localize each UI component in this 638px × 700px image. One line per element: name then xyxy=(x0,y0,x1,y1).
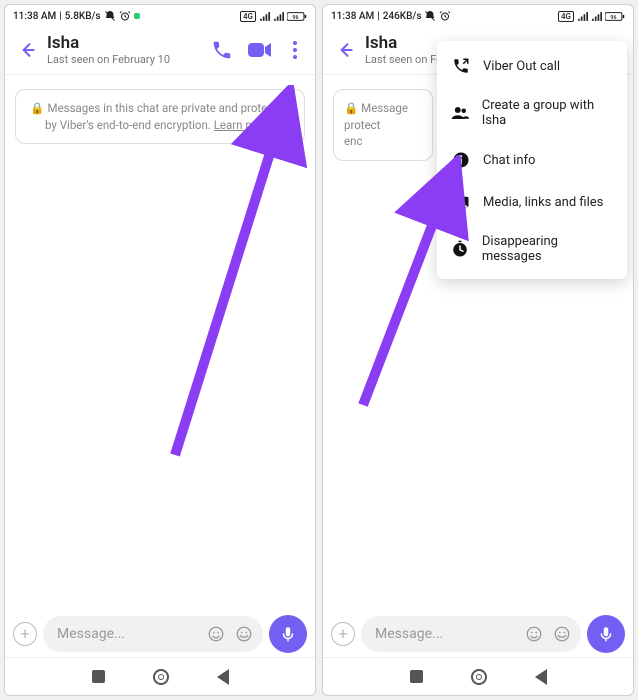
menu-media-links-files[interactable]: Media, links and files xyxy=(437,181,627,223)
nav-back[interactable] xyxy=(535,669,547,685)
menu-label: Media, links and files xyxy=(483,195,603,210)
add-attachment-button[interactable]: + xyxy=(331,622,355,646)
contact-last-seen: Last seen on February 10 xyxy=(47,53,201,66)
signal-icon xyxy=(577,11,588,22)
back-button[interactable] xyxy=(17,40,37,60)
nav-home[interactable] xyxy=(153,669,169,685)
status-speed: 246KB/s xyxy=(383,11,422,22)
nav-recents[interactable] xyxy=(410,670,423,683)
battery-icon: 96 xyxy=(605,11,625,22)
menu-label: Disappearing messages xyxy=(482,234,613,264)
status-time: 11:38 AM xyxy=(13,11,56,22)
composer: + Message... xyxy=(323,609,633,657)
green-dot-icon xyxy=(134,13,140,19)
chat-header: Isha Last seen on February 10 xyxy=(5,27,315,75)
privacy-l3: enc xyxy=(344,134,362,148)
right-phone: 11:38 AM | 246KB/s 4G 96 xyxy=(322,4,634,696)
menu-label: Viber Out call xyxy=(483,59,560,74)
menu-chat-info[interactable]: Chat info xyxy=(437,139,627,181)
message-input[interactable]: Message... xyxy=(361,616,581,652)
privacy-notice: 🔒 Messages in this chat are private and … xyxy=(15,89,305,144)
message-placeholder: Message... xyxy=(375,626,515,642)
contact-block[interactable]: Isha Last seen on February 10 xyxy=(47,33,201,66)
sim-icon: 4G xyxy=(240,11,256,22)
signal-icon-2 xyxy=(273,11,284,22)
left-phone: 11:38 AM | 5.8KB/s 4G 96 xyxy=(4,4,316,696)
status-speed: 5.8KB/s xyxy=(65,11,101,22)
android-nav xyxy=(323,657,633,695)
menu-label: Create a group with Isha xyxy=(482,98,613,128)
emoji-icon[interactable] xyxy=(525,625,543,643)
back-button[interactable] xyxy=(335,40,355,60)
menu-viber-out-call[interactable]: Viber Out call xyxy=(437,45,627,87)
svg-text:96: 96 xyxy=(292,14,298,20)
learn-more-link[interactable]: Learn more xyxy=(214,118,272,132)
emoji-icon[interactable] xyxy=(207,625,225,643)
group-icon xyxy=(451,103,470,123)
privacy-l2: protect xyxy=(344,118,380,132)
voice-call-button[interactable] xyxy=(211,39,233,61)
privacy-notice: 🔒 Message protect enc xyxy=(333,89,433,161)
signal-icon-2 xyxy=(591,11,602,22)
lock-icon: 🔒 xyxy=(30,101,44,115)
dnd-icon xyxy=(424,10,436,22)
menu-create-group[interactable]: Create a group with Isha xyxy=(437,87,627,139)
sticker-icon[interactable] xyxy=(553,625,571,643)
nav-back[interactable] xyxy=(217,669,229,685)
alarm-icon xyxy=(119,10,131,22)
signal-icon xyxy=(259,11,270,22)
status-bar: 11:38 AM | 5.8KB/s 4G 96 xyxy=(5,5,315,27)
more-options-button[interactable] xyxy=(287,39,303,61)
dnd-icon xyxy=(104,10,116,22)
message-input[interactable]: Message... xyxy=(43,616,263,652)
contact-name: Isha xyxy=(47,33,201,53)
battery-icon: 96 xyxy=(287,11,307,22)
chat-area[interactable]: 🔒 Messages in this chat are private and … xyxy=(5,75,315,609)
message-placeholder: Message... xyxy=(57,626,197,642)
phone-out-icon xyxy=(451,56,471,76)
menu-disappearing-messages[interactable]: Disappearing messages xyxy=(437,223,627,275)
svg-text:96: 96 xyxy=(610,14,616,20)
sim-icon: 4G xyxy=(558,11,574,22)
add-attachment-button[interactable]: + xyxy=(13,622,37,646)
media-icon xyxy=(451,192,471,212)
alarm-icon xyxy=(439,10,451,22)
more-options-menu: Viber Out call Create a group with Isha … xyxy=(437,41,627,279)
nav-recents[interactable] xyxy=(92,670,105,683)
privacy-l1: Message xyxy=(361,101,408,115)
mic-button[interactable] xyxy=(269,615,307,653)
sticker-icon[interactable] xyxy=(235,625,253,643)
composer: + Message... xyxy=(5,609,315,657)
status-time: 11:38 AM xyxy=(331,11,374,22)
info-icon xyxy=(451,150,471,170)
nav-home[interactable] xyxy=(471,669,487,685)
status-bar: 11:38 AM | 246KB/s 4G 96 xyxy=(323,5,633,27)
video-call-button[interactable] xyxy=(247,39,273,61)
timer-icon xyxy=(451,239,470,259)
android-nav xyxy=(5,657,315,695)
menu-label: Chat info xyxy=(483,153,535,168)
mic-button[interactable] xyxy=(587,615,625,653)
